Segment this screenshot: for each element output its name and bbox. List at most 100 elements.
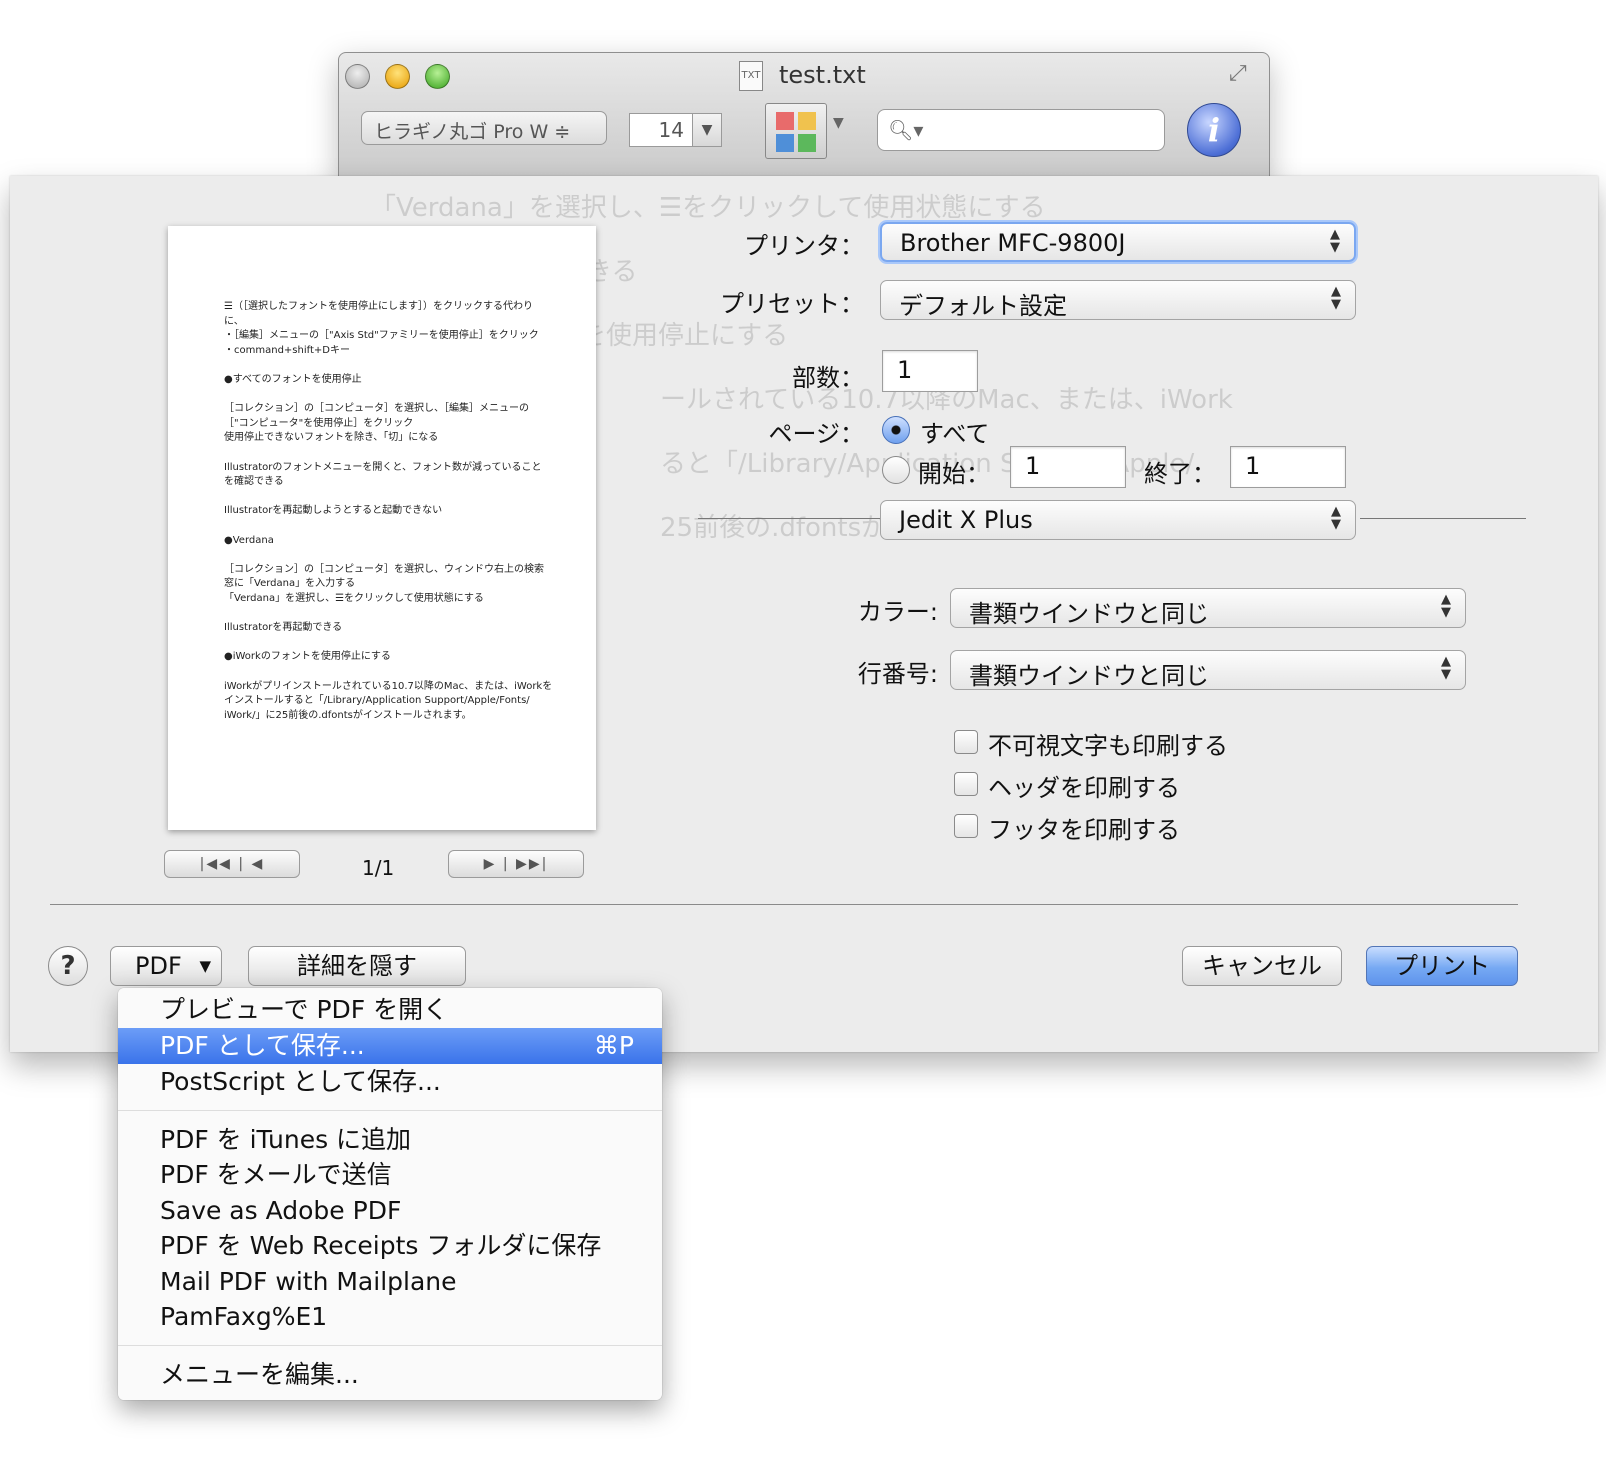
menu-item-mail-pdf[interactable]: PDF をメールで送信 bbox=[118, 1157, 662, 1193]
menu-item-open-in-preview[interactable]: プレビューで PDF を開く bbox=[118, 992, 662, 1028]
menu-item-edit-menu[interactable]: メニューを編集... bbox=[118, 1357, 662, 1393]
preview-text-line: に、 bbox=[224, 315, 244, 327]
line-number-popup[interactable]: 書類ウインドウと同じ ▲ ▼ bbox=[950, 650, 1466, 690]
menu-item-save-as-adobe-pdf[interactable]: Save as Adobe PDF bbox=[118, 1193, 662, 1229]
line-number-value: 書類ウインドウと同じ bbox=[969, 662, 1209, 690]
preview-text-line: ・［編集］メニューの［"Axis Std"ファミリーを使用停止］をクリック bbox=[224, 330, 539, 342]
menu-item-label: PDF として保存... bbox=[160, 1031, 365, 1060]
print-header-checkbox[interactable] bbox=[954, 772, 978, 796]
footer-divider bbox=[50, 904, 1518, 905]
print-footer-label: フッタを印刷する bbox=[988, 816, 1180, 844]
color-popup[interactable]: 書類ウインドウと同じ ▲ ▼ bbox=[950, 588, 1466, 628]
menu-item-web-receipts[interactable]: PDF を Web Receipts フォルダに保存 bbox=[118, 1228, 662, 1264]
preview-text-line: ●すべてのフォントを使用停止 bbox=[224, 374, 362, 385]
preview-text-line: ［コレクション］の［コンピュータ］を選択し、［編集］メニューの bbox=[224, 403, 529, 415]
print-header-label: ヘッダを印刷する bbox=[988, 774, 1180, 802]
search-field[interactable]: 🔍︎▾ bbox=[877, 109, 1165, 151]
pages-all-label: すべて bbox=[920, 420, 990, 448]
menu-item-save-as-pdf[interactable]: PDF として保存... ⌘P bbox=[118, 1028, 662, 1064]
preview-text-line: iWork/」に25前後の.dfontsがインストールされます。 bbox=[224, 709, 472, 721]
preview-text-line: ［コレクション］の［コンピュータ］を選択し、ウィンドウ右上の検索 bbox=[224, 563, 544, 575]
search-icon: 🔍︎▾ bbox=[888, 118, 924, 142]
preview-text-line: Illustratorのフォントメニューを開くと、フォント数が減っていること bbox=[224, 461, 542, 473]
palette-swatch-icon bbox=[776, 112, 794, 130]
info-icon[interactable]: i bbox=[1187, 103, 1241, 157]
palette-dropdown-icon[interactable]: ▼ bbox=[833, 115, 844, 131]
print-button[interactable]: プリント bbox=[1366, 946, 1518, 986]
print-footer-checkbox[interactable] bbox=[954, 814, 978, 838]
printer-popup[interactable]: Brother MFC-9800J ▲ ▼ bbox=[880, 222, 1356, 262]
font-size-dropdown-icon[interactable]: ▼ bbox=[692, 113, 722, 147]
line-number-label: 行番号: bbox=[857, 660, 938, 688]
preset-value: デフォルト設定 bbox=[899, 292, 1067, 320]
preview-text-line: を確認できる bbox=[224, 476, 284, 488]
previous-page-buttons[interactable]: |◀◀ | ◀ bbox=[164, 850, 300, 878]
pdf-menu-button[interactable]: PDF ▼ bbox=[110, 946, 222, 986]
printer-value: Brother MFC-9800J bbox=[900, 229, 1126, 257]
window-title: test.txt bbox=[779, 61, 866, 89]
preset-popup[interactable]: デフォルト設定 ▲ ▼ bbox=[880, 280, 1356, 320]
updown-arrows-icon: ▲ ▼ bbox=[1331, 504, 1341, 532]
fullscreen-icon[interactable]: ⤢ bbox=[1229, 61, 1247, 86]
print-invisibles-label: 不可視文字も印刷する bbox=[988, 732, 1228, 760]
color-value: 書類ウインドウと同じ bbox=[969, 600, 1209, 628]
menu-item-save-as-postscript[interactable]: PostScript として保存... bbox=[118, 1064, 662, 1100]
pages-from-label: 開始： bbox=[918, 460, 990, 488]
page-preview: ☰（［選択したフォントを使用停止にします］）をクリックする代わり に、・［編集］メ… bbox=[168, 226, 596, 830]
help-button[interactable]: ? bbox=[48, 946, 88, 986]
pages-label: ページ： bbox=[768, 420, 864, 448]
preview-text-line: 使用停止できないフォントを除き、「切」になる bbox=[224, 432, 439, 444]
pages-to-label: 終了： bbox=[1144, 460, 1216, 488]
preset-label: プリセット： bbox=[720, 290, 864, 318]
print-dialog: 「Verdana」を選択し、☰をクリックして使用状態にする できる を使用停止に… bbox=[10, 176, 1598, 1052]
menu-item-add-to-itunes[interactable]: PDF を iTunes に追加 bbox=[118, 1122, 662, 1158]
zoom-button[interactable] bbox=[425, 64, 450, 89]
preview-text-line: インストールすると「/Library/Application Support/A… bbox=[224, 695, 530, 707]
menu-separator bbox=[118, 1345, 662, 1346]
next-page-buttons[interactable]: ▶ | ▶▶| bbox=[448, 850, 584, 878]
print-options-value: Jedit X Plus bbox=[899, 506, 1033, 534]
pdf-menu: プレビューで PDF を開く PDF として保存... ⌘P PostScript… bbox=[118, 988, 662, 1400]
preview-text-line: Illustratorを再起動できる bbox=[224, 622, 343, 634]
preview-text-line: Illustratorを再起動しようとすると起動できない bbox=[224, 505, 443, 517]
color-palette-button[interactable] bbox=[765, 103, 827, 159]
menu-separator bbox=[118, 1110, 662, 1111]
pages-range-radio[interactable] bbox=[882, 456, 910, 484]
preview-text-line: 「Verdana」を選択し、☰をクリックして使用状態にする bbox=[224, 593, 484, 604]
menu-item-pamfax[interactable]: PamFaxg%E1 bbox=[118, 1299, 662, 1335]
updown-arrows-icon: ▲ ▼ bbox=[1441, 654, 1451, 682]
section-divider bbox=[698, 518, 882, 519]
dropdown-triangle-icon: ▼ bbox=[199, 957, 211, 975]
pages-all-radio[interactable] bbox=[882, 416, 910, 444]
menu-item-mailplane[interactable]: Mail PDF with Mailplane bbox=[118, 1264, 662, 1300]
preview-text-line: ●iWorkのフォントを使用停止にする bbox=[224, 651, 391, 663]
preview-text-line: ●Verdana bbox=[224, 534, 274, 546]
updown-arrows-icon: ▲ ▼ bbox=[1330, 227, 1340, 255]
close-button[interactable] bbox=[345, 64, 370, 89]
preview-text-line: 窓に「Verdana」を入力する bbox=[224, 578, 356, 590]
screen: TXT test.txt ⤢ ヒラギノ丸ゴ Pro W ≑ 14 ▼ ▼ 🔍︎▾… bbox=[0, 0, 1606, 1480]
preview-text-line: ・command+shift+Dキー bbox=[224, 344, 350, 356]
updown-arrows-icon: ▲ ▼ bbox=[1441, 592, 1451, 620]
preview-text-line: ☰（［選択したフォントを使用停止にします］）をクリックする代わり bbox=[224, 301, 533, 312]
section-divider bbox=[1360, 518, 1526, 519]
font-family-popup[interactable]: ヒラギノ丸ゴ Pro W ≑ bbox=[361, 111, 607, 145]
preview-text-line: iWorkがプリインストールされている10.7以降のMac、または、iWorkを bbox=[224, 680, 553, 692]
shortcut-label: ⌘P bbox=[593, 1031, 634, 1060]
palette-swatch-icon bbox=[776, 134, 794, 152]
copies-field[interactable]: 1 bbox=[882, 350, 978, 392]
pages-to-field[interactable]: 1 bbox=[1230, 446, 1346, 488]
color-label: カラー: bbox=[857, 598, 938, 626]
pdf-button-label: PDF bbox=[135, 952, 182, 980]
pages-from-field[interactable]: 1 bbox=[1010, 446, 1126, 488]
preview-text-line: ［"コンピュータ"を使用停止］をクリック bbox=[224, 417, 414, 429]
hide-details-button[interactable]: 詳細を隠す bbox=[248, 946, 466, 986]
font-size-field[interactable]: 14 bbox=[629, 113, 693, 147]
cancel-button[interactable]: キャンセル bbox=[1182, 946, 1342, 986]
print-options-popup[interactable]: Jedit X Plus ▲ ▼ bbox=[880, 500, 1356, 540]
page-counter: 1/1 bbox=[362, 856, 395, 880]
minimize-button[interactable] bbox=[385, 64, 410, 89]
print-invisibles-checkbox[interactable] bbox=[954, 730, 978, 754]
updown-arrows-icon: ▲ ▼ bbox=[1331, 284, 1341, 312]
palette-swatch-icon bbox=[798, 134, 816, 152]
